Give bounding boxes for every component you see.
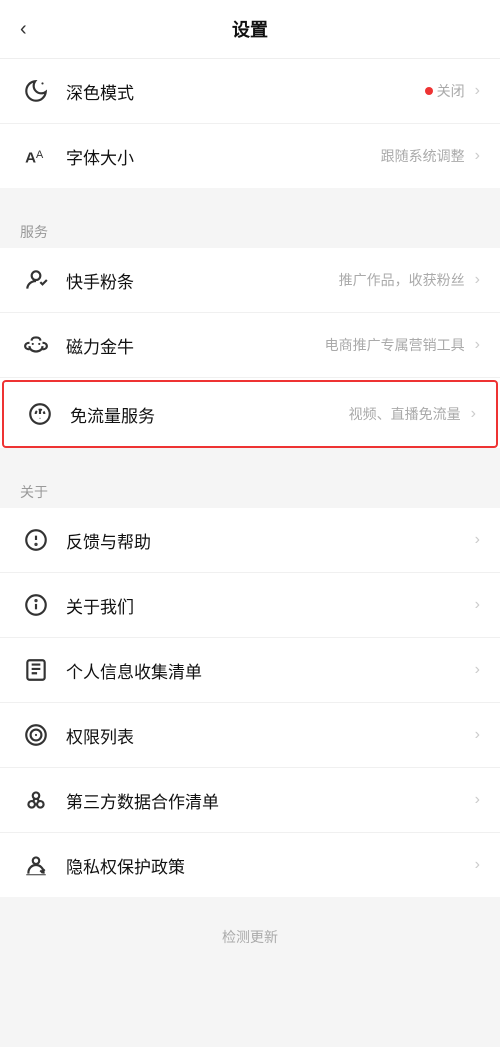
svg-text:A: A — [36, 149, 44, 161]
font-size-arrow: › — [475, 147, 480, 165]
free-traffic-label: 免流量服务 — [70, 402, 349, 427]
menu-item-about-us[interactable]: 关于我们 › — [0, 573, 500, 638]
menu-item-kuaishou-fans[interactable]: 快手粉条 推广作品，收获粉丝 › — [0, 248, 500, 313]
permissions-label: 权限列表 — [66, 723, 475, 748]
back-button[interactable]: ‹ — [20, 18, 27, 41]
dark-mode-label: 深色模式 — [66, 79, 419, 104]
menu-item-personal-info[interactable]: 个人信息收集清单 › — [0, 638, 500, 703]
menu-item-free-traffic[interactable]: 免流量服务 视频、直播免流量 › — [2, 380, 498, 448]
menu-item-third-party[interactable]: 第三方数据合作清单 › — [0, 768, 500, 833]
personal-info-icon — [20, 654, 52, 686]
feedback-arrow: › — [475, 531, 480, 549]
dark-mode-right: 关闭 › — [419, 81, 480, 101]
fans-value: 推广作品，收获粉丝 — [339, 270, 465, 290]
permissions-right: › — [475, 726, 480, 744]
about-us-right: › — [475, 596, 480, 614]
third-party-label: 第三方数据合作清单 — [66, 788, 475, 813]
divider-1 — [0, 198, 500, 208]
header: ‹ 设置 — [0, 0, 500, 59]
dark-mode-value: 关闭 — [437, 81, 465, 101]
bull-right: 电商推广专属营销工具 › — [325, 335, 480, 355]
feedback-right: › — [475, 531, 480, 549]
free-traffic-value: 视频、直播免流量 — [349, 404, 461, 424]
section-about-label: 关于 — [0, 468, 500, 508]
divider-2 — [0, 458, 500, 468]
dark-mode-arrow: › — [475, 82, 480, 100]
menu-item-dark-mode[interactable]: 深色模式 关闭 › — [0, 59, 500, 124]
page-title: 设置 — [232, 16, 268, 42]
menu-item-feedback[interactable]: 反馈与帮助 › — [0, 508, 500, 573]
free-traffic-right: 视频、直播免流量 › — [349, 404, 476, 424]
font-size-right: 跟随系统调整 › — [381, 146, 480, 166]
bull-icon — [20, 329, 52, 361]
section-display: 深色模式 关闭 › A A 字体大小 跟随系统调整 › — [0, 59, 500, 188]
bull-arrow: › — [475, 336, 480, 354]
fans-right: 推广作品，收获粉丝 › — [339, 270, 480, 290]
privacy-label: 隐私权保护政策 — [66, 853, 475, 878]
traffic-icon — [24, 398, 56, 430]
bottom-label[interactable]: 检测更新 — [222, 929, 278, 945]
personal-info-right: › — [475, 661, 480, 679]
third-party-icon — [20, 784, 52, 816]
section-about: 反馈与帮助 › 关于我们 › 个人信息收集清单 › — [0, 508, 500, 897]
bottom-bar[interactable]: 检测更新 — [0, 907, 500, 967]
font-size-icon: A A — [20, 140, 52, 172]
third-party-right: › — [475, 791, 480, 809]
personal-info-label: 个人信息收集清单 — [66, 658, 475, 683]
feedback-label: 反馈与帮助 — [66, 528, 475, 553]
personal-info-arrow: › — [475, 661, 480, 679]
menu-item-permissions[interactable]: 权限列表 › — [0, 703, 500, 768]
menu-item-privacy[interactable]: 隐私权保护政策 › — [0, 833, 500, 897]
dark-mode-icon — [20, 75, 52, 107]
permissions-arrow: › — [475, 726, 480, 744]
font-size-label: 字体大小 — [66, 144, 381, 169]
about-icon — [20, 589, 52, 621]
bull-label: 磁力金牛 — [66, 333, 325, 358]
svg-text:A: A — [25, 150, 36, 167]
fans-arrow: › — [475, 271, 480, 289]
privacy-arrow: › — [475, 856, 480, 874]
menu-item-magnetic-bull[interactable]: 磁力金牛 电商推广专属营销工具 › — [0, 313, 500, 378]
feedback-icon — [20, 524, 52, 556]
permissions-icon — [20, 719, 52, 751]
free-traffic-arrow: › — [471, 405, 476, 423]
dark-mode-dot — [425, 87, 433, 95]
fans-icon — [20, 264, 52, 296]
bull-value: 电商推广专属营销工具 — [325, 335, 465, 355]
section-service-label: 服务 — [0, 208, 500, 248]
font-size-value: 跟随系统调整 — [381, 146, 465, 166]
third-party-arrow: › — [475, 791, 480, 809]
privacy-icon — [20, 849, 52, 881]
fans-label: 快手粉条 — [66, 268, 339, 293]
privacy-right: › — [475, 856, 480, 874]
section-service: 快手粉条 推广作品，收获粉丝 › 磁力金牛 电商推广专属营销工具 › — [0, 248, 500, 448]
about-us-arrow: › — [475, 596, 480, 614]
menu-item-font-size[interactable]: A A 字体大小 跟随系统调整 › — [0, 124, 500, 188]
about-us-label: 关于我们 — [66, 593, 475, 618]
